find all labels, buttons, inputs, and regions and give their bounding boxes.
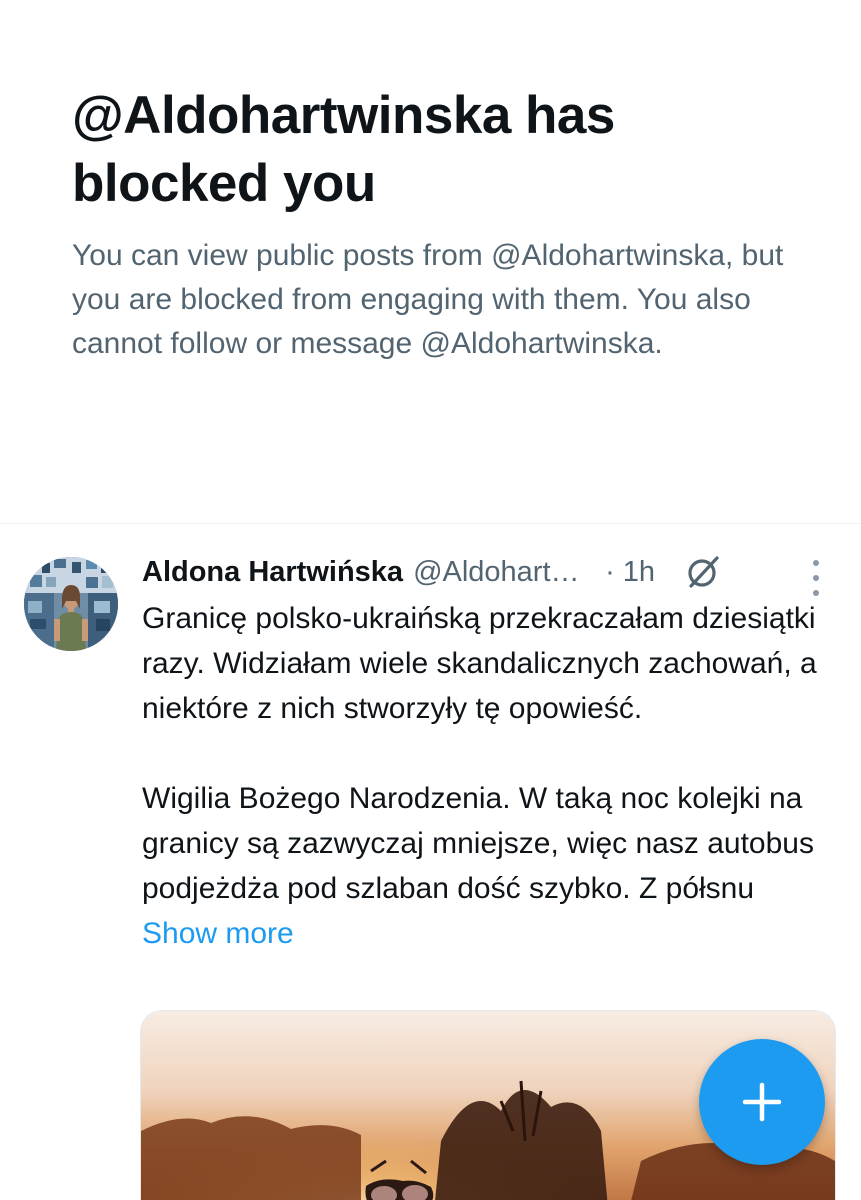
post-header: Aldona Hartwińska @Aldohartwinska · 1h: [142, 550, 842, 594]
post-text: Granicę polsko-ukraińską przekraczałam d…: [142, 596, 832, 956]
blocked-title: @Aldohartwinska has blocked you: [72, 86, 615, 213]
post-paragraph-text: Wigilia Bożego Narodzenia. W taką noc ko…: [142, 782, 814, 905]
show-more-link[interactable]: Show more: [142, 917, 294, 950]
post-timestamp[interactable]: · 1h: [605, 556, 655, 589]
blocked-notice: @Aldohartwinska has blocked you You can …: [72, 82, 812, 366]
compose-post-button[interactable]: [699, 1039, 825, 1165]
plus-icon: [742, 1082, 782, 1122]
blocked-description: You can view public posts from @Aldohart…: [72, 239, 784, 360]
avatar[interactable]: [24, 557, 118, 651]
post-paragraph: Wigilia Bożego Narodzenia. W taką noc ko…: [142, 776, 832, 956]
post-paragraph: Granicę polsko-ukraińską przekraczałam d…: [142, 602, 817, 725]
blocked-profile-page: @Aldohartwinska has blocked you You can …: [0, 0, 861, 1200]
more-vertical-icon[interactable]: [804, 560, 828, 596]
avatar-image: [24, 557, 118, 651]
author-name[interactable]: Aldona Hartwińska: [142, 556, 403, 589]
grok-icon[interactable]: [683, 552, 723, 592]
author-handle[interactable]: @Aldohartwinska: [413, 556, 591, 589]
